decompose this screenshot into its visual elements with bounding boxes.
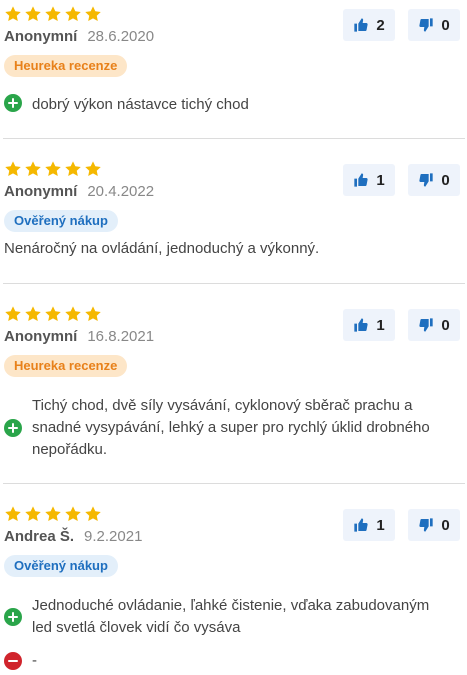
star-icon [84, 5, 102, 23]
star-icon [24, 160, 42, 178]
like-button[interactable]: 1 [343, 509, 395, 541]
thumbs-down-icon [418, 517, 434, 533]
thumbs-down-icon [418, 17, 434, 33]
review-date: 28.6.2020 [87, 28, 155, 45]
like-button[interactable]: 1 [343, 309, 395, 341]
like-count: 1 [376, 516, 385, 534]
rating-stars [4, 160, 104, 178]
pros-text: Jednoduché ovládanie, ľahké čistenie, vď… [32, 597, 430, 636]
star-icon [44, 5, 62, 23]
review-source-badge: Heureka recenze [4, 55, 128, 77]
dislike-count: 0 [441, 516, 450, 534]
like-count: 2 [376, 16, 385, 34]
review-date: 9.2.2021 [84, 528, 143, 545]
star-icon [64, 160, 82, 178]
cons-text: - [32, 652, 37, 669]
thumbs-up-icon [353, 172, 369, 188]
plus-circle-icon [4, 94, 22, 112]
review-divider [3, 483, 465, 484]
review-meta: Anonymní 20.4.2022 [4, 183, 154, 200]
like-count: 1 [376, 316, 385, 334]
dislike-count: 0 [441, 16, 450, 34]
like-button[interactable]: 2 [343, 9, 395, 41]
cons-item: - [4, 650, 452, 672]
pros-item: Tichý chod, dvě síly vysávání, cyklonový… [4, 395, 452, 461]
like-count: 1 [376, 171, 385, 189]
pros-item: dobrý výkon nástavce tichý chod [4, 94, 452, 116]
star-icon [24, 305, 42, 323]
review-divider [3, 138, 465, 139]
star-icon [44, 505, 62, 523]
star-icon [4, 5, 22, 23]
review-date: 16.8.2021 [87, 328, 155, 345]
star-icon [84, 160, 102, 178]
plus-circle-icon [4, 608, 22, 626]
dislike-count: 0 [441, 316, 450, 334]
review-author: Andrea Š. [4, 528, 75, 545]
pros-item: Jednoduché ovládanie, ľahké čistenie, vď… [4, 595, 452, 639]
star-icon [24, 5, 42, 23]
review-meta: Anonymní 28.6.2020 [4, 28, 154, 45]
thumbs-down-icon [418, 172, 434, 188]
rating-stars [4, 505, 104, 523]
review-author: Anonymní [4, 183, 78, 200]
thumbs-down-icon [418, 317, 434, 333]
rating-stars [4, 5, 104, 23]
like-button[interactable]: 1 [343, 164, 395, 196]
star-icon [84, 305, 102, 323]
dislike-button[interactable]: 0 [408, 509, 460, 541]
star-icon [44, 160, 62, 178]
verified-purchase-badge: Ověřený nákup [4, 555, 118, 577]
review-meta: Andrea Š. 9.2.2021 [4, 528, 142, 545]
star-icon [44, 305, 62, 323]
review-author: Anonymní [4, 328, 78, 345]
thumbs-up-icon [353, 517, 369, 533]
dislike-button[interactable]: 0 [408, 164, 460, 196]
star-icon [4, 505, 22, 523]
pros-text: dobrý výkon nástavce tichý chod [32, 96, 249, 113]
dislike-count: 0 [441, 171, 450, 189]
plus-circle-icon [4, 419, 22, 437]
star-icon [4, 160, 22, 178]
review-divider [3, 283, 465, 284]
star-icon [84, 505, 102, 523]
rating-stars [4, 305, 104, 323]
star-icon [64, 5, 82, 23]
thumbs-up-icon [353, 17, 369, 33]
minus-circle-icon [4, 652, 22, 670]
pros-text: Tichý chod, dvě síly vysávání, cyklonový… [32, 397, 430, 458]
verified-purchase-badge: Ověřený nákup [4, 210, 118, 232]
review-meta: Anonymní 16.8.2021 [4, 328, 154, 345]
thumbs-up-icon [353, 317, 369, 333]
star-icon [4, 305, 22, 323]
star-icon [24, 505, 42, 523]
star-icon [64, 505, 82, 523]
review-date: 20.4.2022 [87, 183, 155, 200]
dislike-button[interactable]: 0 [408, 9, 460, 41]
review-summary: Nenáročný na ovládání, jednoduchý a výko… [4, 240, 320, 257]
star-icon [64, 305, 82, 323]
review-source-badge: Heureka recenze [4, 355, 128, 377]
dislike-button[interactable]: 0 [408, 309, 460, 341]
review-author: Anonymní [4, 28, 78, 45]
